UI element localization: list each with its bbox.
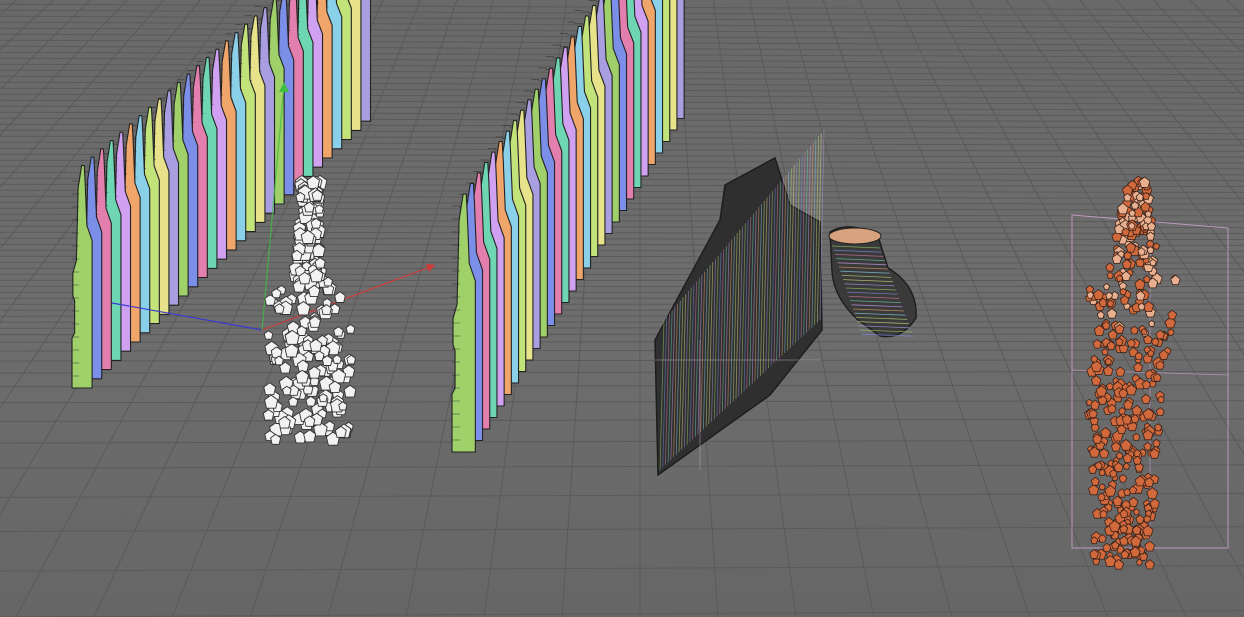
particle-instance [1090,476,1100,486]
particle-instance [1120,438,1132,451]
grid-line [0,492,1244,498]
particle-instance [1103,282,1111,290]
grid-line [0,464,1244,469]
particle-instance [1135,514,1145,524]
grid-line [0,526,1244,532]
particle-instance [1141,393,1152,404]
particle-instance [1131,404,1143,416]
particle-instance [1092,338,1102,349]
particle-instance [1118,406,1126,415]
sliced-bottle-neck[interactable] [828,226,917,338]
particle-instance [1144,559,1155,570]
particle-instance [1133,362,1144,373]
particle-instance [1146,487,1159,500]
particle-instance [1152,242,1161,250]
clone-instance [343,384,357,398]
particle-instance [1132,432,1141,441]
particle-instance [1106,271,1114,279]
grid-line [0,333,1244,336]
clone-instance [334,291,346,303]
particle-instance [1105,262,1115,272]
clone-instance [303,429,317,443]
particle-instance [1090,375,1102,386]
particle-instance [1098,483,1106,491]
clone-instance [263,330,274,340]
grid-line [0,349,1244,352]
particle-instance [1103,365,1114,376]
grid-line [0,610,1244,617]
particle-instance [1122,462,1131,470]
particle-instance [1144,540,1156,552]
particle-instance [1085,398,1093,406]
particle-instance [1115,366,1126,377]
dark-sliced-shell[interactable] [654,129,825,477]
clone-instance [305,395,317,407]
3d-viewport[interactable] [0,0,1244,617]
particle-instance [1149,498,1160,509]
particle-instance [1096,310,1105,319]
sliced-bottle-colored-copy[interactable] [451,0,685,453]
particle-instance [1100,426,1112,439]
grid-line [0,384,1244,388]
neck-top-cap [828,227,882,245]
grid-line [0,0,54,51]
grid-line [0,565,1244,572]
grid-line [0,359,1244,362]
particle-instance [1155,329,1165,340]
grid-line [0,327,1244,329]
particle-instance [1155,407,1165,416]
orange-particle-cloud[interactable] [1071,175,1229,570]
grid-line [0,0,18,16]
particle-instance [1105,382,1114,391]
grid-line [0,439,1244,444]
particle-instance [1118,473,1128,483]
clone-instance [332,354,342,364]
particle-instance [1093,288,1104,300]
particle-instance [1143,275,1151,283]
grid-line [0,400,1244,404]
particle-instance [1090,354,1099,363]
viewport-scene[interactable] [0,0,1244,617]
particle-instance [1167,309,1178,320]
particle-instance [1115,451,1124,460]
grid-line [0,371,1244,374]
particle-instance [1101,347,1109,356]
particle-instance [1088,483,1100,496]
